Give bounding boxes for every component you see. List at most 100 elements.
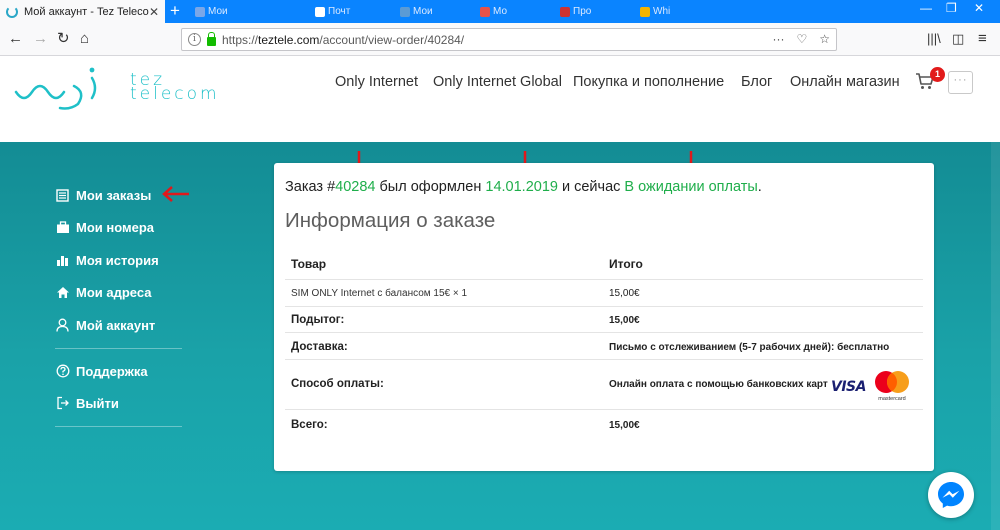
sidebar-divider	[55, 426, 182, 427]
nav-online-shop[interactable]: Онлайн магазин	[790, 74, 900, 90]
nav-blog[interactable]: Блог	[741, 74, 772, 90]
nav-only-internet-global[interactable]: Only Internet Global	[433, 74, 562, 90]
sidebar-item-label: Моя история	[76, 252, 159, 268]
total-value: 15,00€	[609, 420, 640, 431]
payment-value: Онлайн оплата с помощью банковских карт	[609, 379, 828, 390]
forward-icon[interactable]: →	[33, 30, 48, 48]
briefcase-icon	[55, 220, 70, 234]
sidebar-item-my-account[interactable]: Мой аккаунт	[55, 316, 155, 334]
tab-favicon-icon	[195, 6, 205, 17]
reload-icon[interactable]: ↻	[57, 30, 70, 48]
tab-favicon-icon	[400, 6, 410, 17]
lock-icon	[207, 32, 216, 46]
subtotal-value: 15,00€	[609, 315, 640, 326]
address-bar[interactable]: i https://teztele.com/account/view-order…	[181, 28, 837, 51]
order-date: 14.01.2019	[485, 179, 558, 195]
product-name-link[interactable]: SIM ONLY Internet с балансом 15€ × 1	[291, 288, 467, 299]
bookmark-star-icon[interactable]: ☆	[819, 32, 830, 46]
order-info-title: Информация о заказе	[285, 209, 496, 232]
background-tab[interactable]: Про	[560, 3, 591, 20]
nav-only-internet[interactable]: Only Internet	[335, 74, 418, 90]
cart-count-badge: 1	[930, 67, 945, 82]
sidebar-item-label: Мои заказы	[76, 187, 152, 203]
table-row-shipping: Доставка: Письмо с отслеживанием (5-7 ра…	[285, 332, 923, 359]
url-text: https://teztele.com/account/view-order/4…	[222, 32, 465, 47]
browser-nav-bar: ← → ↻ ⌂ i https://teztele.com/account/vi…	[0, 23, 1000, 56]
help-circle-icon	[55, 364, 70, 378]
active-tab[interactable]: Мой аккаунт - Tez Telecom ✕	[0, 0, 165, 23]
library-icon[interactable]: |||\	[927, 30, 941, 48]
logo-text[interactable]: tez telecom	[130, 72, 220, 103]
pocket-icon[interactable]: ♡	[796, 32, 807, 46]
table-row-total: Всего: 15,00€	[285, 409, 923, 439]
table-header-row: Товар Итого	[285, 249, 923, 279]
window-close-icon[interactable]: ✕	[974, 1, 984, 15]
sidebar-item-my-addresses[interactable]: Мои адреса	[55, 283, 151, 301]
logout-icon	[55, 396, 70, 410]
sidebar-item-label: Мои номера	[76, 219, 155, 235]
background-tab[interactable]: Мо	[480, 3, 507, 20]
new-tab-icon[interactable]: +	[170, 1, 180, 21]
scrollbar-track[interactable]	[991, 142, 1000, 530]
col-header-product: Товар	[291, 257, 327, 271]
menu-icon[interactable]: ≡	[978, 30, 987, 48]
messenger-icon	[938, 482, 964, 508]
shipping-value: Письмо с отслеживанием (5-7 рабочих дней…	[609, 342, 890, 353]
table-row-subtotal: Подытог: 15,00€	[285, 306, 923, 332]
sidebar-toggle-icon[interactable]: ◫	[952, 30, 964, 48]
tab-favicon-icon	[6, 5, 18, 18]
tab-title: Мой аккаунт - Tez Telecom	[24, 5, 149, 18]
sidebar-item-support[interactable]: Поддержка	[55, 362, 148, 380]
sidebar-divider	[55, 348, 182, 349]
mastercard-logo-icon: mastercard	[875, 371, 909, 402]
sidebar-item-logout[interactable]: Выйти	[55, 394, 119, 412]
col-header-total: Итого	[609, 257, 643, 271]
table-row-item: SIM ONLY Internet с балансом 15€ × 1 15,…	[285, 279, 923, 306]
sidebar-item-label: Поддержка	[76, 363, 148, 379]
messenger-chat-button[interactable]	[928, 472, 974, 518]
background-tab[interactable]: Whi	[640, 3, 670, 20]
subtotal-label: Подытог:	[291, 314, 345, 326]
sidebar-item-label: Мой аккаунт	[76, 317, 156, 333]
nav-purchase-topup[interactable]: Покупка и пополнение	[573, 74, 724, 90]
back-icon[interactable]: ←	[8, 30, 23, 48]
user-icon	[55, 318, 70, 332]
tab-close-icon[interactable]: ✕	[149, 5, 159, 19]
tab-favicon-icon	[560, 6, 570, 17]
tab-favicon-icon	[640, 6, 650, 17]
site-header: tez telecom Only Internet Only Internet …	[0, 56, 1000, 142]
sidebar-item-label: Мои адреса	[76, 284, 152, 300]
red-arrow-left-icon	[162, 186, 189, 202]
shipping-label: Доставка:	[291, 341, 348, 353]
page-actions-icon[interactable]: ···	[772, 32, 784, 46]
order-summary-line: Заказ #40284 был оформлен 14.01.2019 и с…	[285, 179, 762, 195]
order-status: В ожидании оплаты	[624, 179, 758, 195]
browser-tab-bar: Мой аккаунт - Tez Telecom ✕ + Мои Почт М…	[0, 0, 1000, 23]
visa-logo-icon: VISA	[831, 379, 866, 395]
background-tab[interactable]: Мои	[195, 3, 228, 20]
info-icon[interactable]: i	[188, 33, 201, 46]
total-label: Всего:	[291, 419, 328, 431]
restore-icon[interactable]: ❐	[946, 1, 957, 15]
payment-label: Способ оплаты:	[291, 378, 384, 390]
sidebar-item-my-history[interactable]: Моя история	[55, 251, 159, 269]
table-row-payment: Способ оплаты: Онлайн оплата с помощью б…	[285, 359, 923, 409]
minimize-icon[interactable]: —	[920, 1, 932, 15]
home-browser-icon[interactable]: ⌂	[80, 30, 89, 48]
product-price: 15,00€	[609, 288, 640, 299]
sidebar-item-my-numbers[interactable]: Мои номера	[55, 218, 154, 236]
tab-favicon-icon	[315, 6, 325, 17]
tab-favicon-icon	[480, 6, 490, 17]
order-table: Товар Итого SIM ONLY Internet с балансом…	[285, 249, 923, 439]
more-menu-button[interactable]: ···	[948, 71, 973, 94]
bar-chart-icon	[55, 253, 70, 267]
background-tab[interactable]: Почт	[315, 3, 350, 20]
sidebar-item-my-orders[interactable]: Мои заказы	[55, 186, 151, 204]
sidebar-item-label: Выйти	[76, 395, 119, 411]
order-details-card: Заказ #40284 был оформлен 14.01.2019 и с…	[274, 163, 934, 471]
home-icon	[55, 285, 70, 299]
background-tab[interactable]: Мои	[400, 3, 433, 20]
order-number: 40284	[335, 179, 376, 195]
list-icon	[55, 188, 70, 202]
svg-text:mastercard: mastercard	[878, 396, 906, 402]
